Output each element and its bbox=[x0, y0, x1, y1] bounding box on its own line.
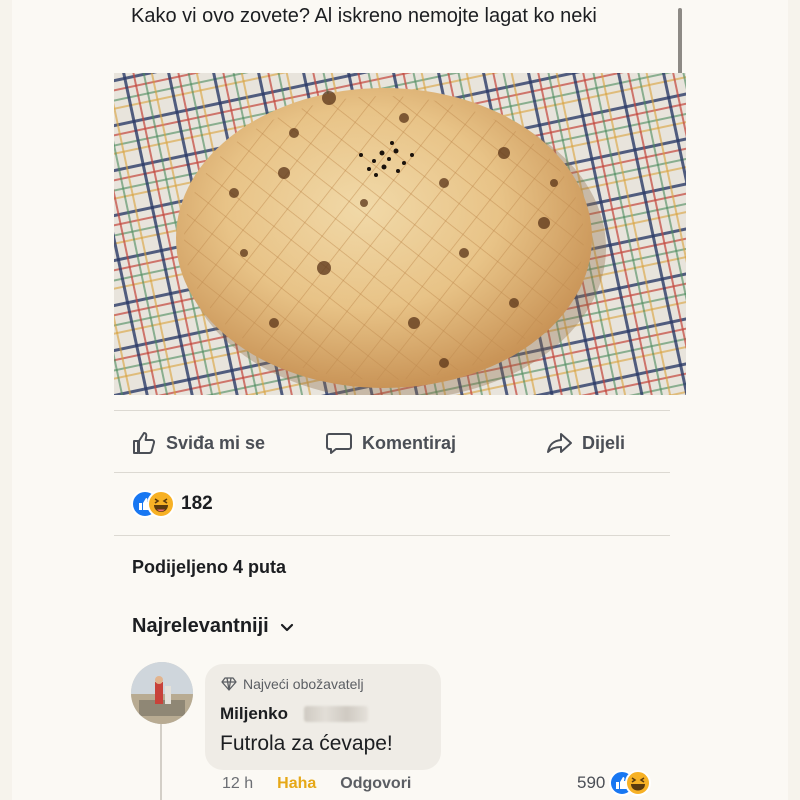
comment-reactions[interactable]: 590 bbox=[577, 770, 653, 796]
post-text: Kako vi ovo zovete? Al iskreno nemojte l… bbox=[131, 5, 597, 27]
comment-author[interactable]: Miljenko bbox=[220, 704, 288, 724]
comments-sort-dropdown[interactable]: Najrelevantniji bbox=[132, 615, 295, 638]
like-button[interactable]: Sviđa mi se bbox=[128, 428, 265, 458]
fan-badge: Najveći obožavatelj bbox=[221, 676, 364, 692]
like-label: Sviđa mi se bbox=[166, 432, 266, 453]
redacted-surname bbox=[304, 706, 368, 722]
share-button[interactable]: Dijeli bbox=[544, 428, 625, 458]
comment-button[interactable]: Komentiraj bbox=[324, 428, 456, 458]
comment-reaction-count: 590 bbox=[577, 773, 606, 792]
reaction-count: 182 bbox=[181, 493, 213, 514]
share-count[interactable]: Podijeljeno 4 puta bbox=[132, 557, 286, 578]
chevron-down-icon bbox=[280, 623, 293, 631]
comment-time[interactable]: 12 h bbox=[222, 775, 253, 793]
thumbs-up-icon bbox=[133, 432, 156, 454]
divider bbox=[114, 410, 670, 411]
avatar[interactable] bbox=[131, 662, 193, 724]
comment-label: Komentiraj bbox=[362, 432, 457, 453]
share-icon bbox=[547, 433, 572, 453]
divider bbox=[114, 472, 670, 473]
haha-icon bbox=[625, 770, 652, 796]
comment-text: Futrola za ćevape! bbox=[220, 732, 393, 755]
comment-meta: 12 h Haha Odgovori bbox=[222, 775, 411, 793]
avatar-photo bbox=[131, 662, 193, 724]
divider bbox=[114, 535, 670, 536]
badge-label: Najveći obožavatelj bbox=[243, 676, 364, 692]
comment-reaction-button[interactable]: Haha bbox=[277, 775, 316, 793]
reply-button[interactable]: Odgovori bbox=[340, 775, 411, 793]
sort-label: Najrelevantniji bbox=[132, 615, 269, 637]
post-image[interactable] bbox=[114, 73, 686, 395]
haha-icon bbox=[147, 490, 175, 518]
flatbread-photo bbox=[114, 73, 686, 395]
diamond-icon bbox=[221, 677, 237, 691]
comment-reaction-icons bbox=[609, 770, 652, 796]
share-label: Dijeli bbox=[582, 432, 626, 453]
reactions-summary[interactable]: 182 bbox=[131, 490, 213, 518]
post-actions: Sviđa mi se Komentiraj Dijeli bbox=[114, 420, 670, 466]
comment-icon bbox=[326, 433, 352, 454]
thread-line bbox=[160, 724, 162, 800]
